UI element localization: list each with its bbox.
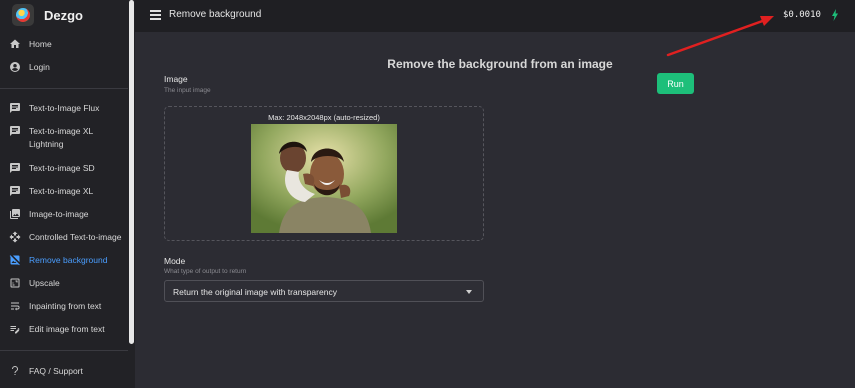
- sidebar-item-label: Controlled Text-to-image: [29, 232, 122, 242]
- text-message-icon: [8, 125, 22, 137]
- page-heading: Remove the background from an image: [387, 57, 613, 71]
- image-field-sublabel: The input image: [164, 87, 211, 94]
- hide-image-icon: [8, 254, 22, 266]
- home-icon: [8, 38, 22, 50]
- image-field-label: Image: [164, 74, 188, 84]
- sidebar-divider: [0, 88, 128, 89]
- sidebar-item-inpainting-from-text[interactable]: Inpainting from text: [0, 300, 128, 313]
- sidebar-item-text-to-image-xl[interactable]: Text-to-image XL: [0, 185, 128, 198]
- sidebar-item-label: Text-to-image XL: [29, 186, 94, 196]
- sidebar-item-controlled-text-to-image[interactable]: Controlled Text-to-image: [0, 231, 128, 244]
- sidebar-item-remove-background[interactable]: Remove background: [0, 254, 128, 267]
- question-mark-icon: [8, 365, 22, 377]
- sidebar: Dezgo Home Login Text-to-Image Flux Text…: [0, 0, 135, 388]
- sidebar-divider: [0, 350, 128, 351]
- annotation-arrow: [666, 16, 774, 57]
- sidebar-item-label: FAQ / Support: [29, 366, 83, 376]
- sidebar-item-text-to-image-sd[interactable]: Text-to-image SD: [0, 162, 128, 175]
- image-dropzone[interactable]: Max: 2048x2048px (auto-resized): [164, 106, 484, 241]
- sidebar-item-login[interactable]: Login: [0, 61, 128, 74]
- credit-balance[interactable]: $0.0010: [783, 10, 821, 20]
- sidebar-item-label: Text-to-Image Flux: [29, 103, 100, 113]
- caret-down-icon: [466, 290, 472, 294]
- page-title: Remove background: [169, 9, 262, 20]
- sidebar-item-label: Home: [29, 39, 52, 49]
- brand[interactable]: Dezgo: [12, 4, 83, 26]
- dezgo-logo: [12, 4, 34, 26]
- sidebar-item-faq-support[interactable]: FAQ / Support: [0, 365, 128, 378]
- bolt-icon[interactable]: [831, 9, 839, 21]
- brand-name: Dezgo: [44, 7, 83, 23]
- sidebar-item-text-to-image-xl-lightning[interactable]: Text-to-image XL Lightning: [0, 125, 128, 151]
- sidebar-item-image-to-image[interactable]: Image-to-image: [0, 208, 128, 221]
- input-image-preview: [251, 124, 397, 233]
- sidebar-item-label: Inpainting from text: [29, 301, 102, 311]
- sidebar-item-label: Text-to-image XL Lightning: [29, 126, 93, 149]
- sidebar-item-label: Edit image from text: [29, 324, 105, 334]
- max-size-note: Max: 2048x2048px (auto-resized): [268, 113, 380, 122]
- upscale-icon: [8, 277, 22, 289]
- sidebar-item-upscale[interactable]: Upscale: [0, 277, 128, 290]
- sidebar-item-label: Image-to-image: [29, 209, 89, 219]
- sidebar-scrollbar[interactable]: [129, 0, 134, 344]
- sidebar-item-label: Login: [29, 62, 50, 72]
- account-circle-icon: [8, 61, 22, 73]
- image-stack-icon: [8, 208, 22, 220]
- sidebar-item-label: Text-to-image SD: [29, 163, 95, 173]
- mode-select-value: Return the original image with transpare…: [173, 287, 337, 297]
- sidebar-item-edit-image-from-text[interactable]: Edit image from text: [0, 323, 128, 336]
- run-button[interactable]: Run: [657, 73, 694, 94]
- text-message-icon: [8, 102, 22, 114]
- sidebar-item-home[interactable]: Home: [0, 38, 128, 51]
- menu-icon[interactable]: [150, 10, 161, 20]
- wrap-text-icon: [8, 300, 22, 312]
- mode-field-sublabel: What type of output to return: [164, 268, 247, 275]
- edit-list-icon: [8, 323, 22, 335]
- sidebar-item-text-to-image-flux[interactable]: Text-to-Image Flux: [0, 102, 128, 115]
- mode-select[interactable]: Return the original image with transpare…: [164, 280, 484, 302]
- text-message-icon: [8, 162, 22, 174]
- sidebar-item-label: Remove background: [29, 255, 108, 265]
- move-arrows-icon: [8, 231, 22, 243]
- text-message-icon: [8, 185, 22, 197]
- mode-field-label: Mode: [164, 256, 186, 266]
- sidebar-item-label: Upscale: [29, 278, 60, 288]
